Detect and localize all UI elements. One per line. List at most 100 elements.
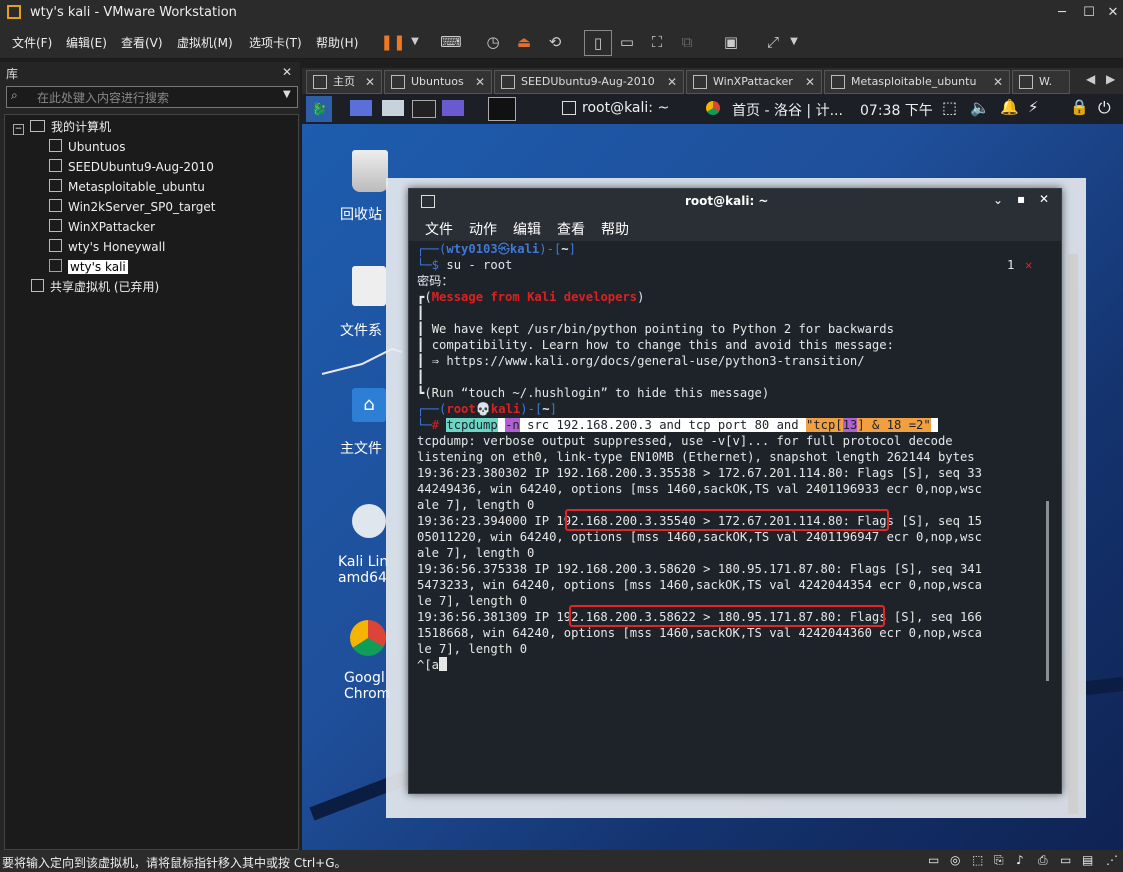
tab-close-icon[interactable]: ✕	[667, 71, 677, 93]
menu-vm[interactable]: 虚拟机(M)	[177, 34, 233, 51]
tree-vm-item-selected[interactable]: wty's kali	[49, 257, 128, 277]
terminal-window-icon	[421, 195, 435, 208]
terminal-menu-action[interactable]: 动作	[469, 219, 497, 239]
volume-icon[interactable]: 🔈	[970, 98, 990, 117]
tab-close-icon[interactable]: ✕	[993, 71, 1003, 93]
tree-vm-item[interactable]: WinXPattacker	[49, 217, 155, 237]
sound-icon[interactable]: ♪	[1016, 853, 1024, 867]
console-view-icon[interactable]: ▭	[614, 30, 640, 54]
prompt-dir: ~	[561, 242, 569, 256]
terminal-menu-bar: 文件 动作 编辑 查看 帮助	[409, 215, 1061, 241]
terminal-launch-icon[interactable]	[412, 100, 436, 118]
exit-status-badge: 1	[1007, 258, 1015, 272]
clock[interactable]: 07:38 下午	[860, 100, 933, 120]
menu-tabs[interactable]: 选项卡(T)	[249, 34, 302, 51]
resize-grip-icon[interactable]: ⋰	[1106, 853, 1118, 867]
terminal-icon[interactable]: ▣	[718, 30, 744, 54]
terminal-menu-file[interactable]: 文件	[425, 219, 453, 239]
tree-vm-item[interactable]: wty's Honeywall	[49, 237, 165, 257]
vm-screen[interactable]: 🐉 root@kali: ~ 首页 - 洛谷 | 计... 07:38 下午 ⬚…	[302, 94, 1123, 850]
cdrom-icon[interactable]: ◎	[950, 853, 960, 867]
filesystem-icon[interactable]	[352, 266, 386, 306]
workspace-terminal-icon[interactable]	[488, 97, 516, 121]
menu-edit[interactable]: 编辑(E)	[66, 34, 107, 51]
terminal-maximize-button[interactable]: ▪	[1017, 192, 1025, 206]
tree-vm-item[interactable]: SEEDUbuntu9-Aug-2010	[49, 157, 214, 177]
fullscreen-icon[interactable]: ⛶	[644, 30, 670, 54]
tab-metasploitable[interactable]: Metasploitable_ubuntu ✕	[824, 70, 1010, 94]
menu-view[interactable]: 查看(V)	[121, 34, 163, 51]
tab-close-icon[interactable]: ✕	[805, 71, 815, 93]
library-panel: 库 ✕ ⌕ 在此处键入内容进行搜索 ▼ − 我的计算机 Ubuntuos SEED…	[0, 62, 300, 850]
message-bar: ┃	[417, 370, 425, 384]
collapse-icon[interactable]: −	[13, 124, 24, 135]
message-line: ┃ compatibility. Learn how to change thi…	[417, 338, 894, 352]
terminal-menu-edit[interactable]: 编辑	[513, 219, 541, 239]
search-dropdown-icon[interactable]: ▼	[283, 89, 291, 100]
tab-scroll-left-icon[interactable]: ◀	[1086, 72, 1095, 86]
snapshot-icon[interactable]: ◷	[480, 30, 506, 54]
tab-seedubuntu[interactable]: SEEDUbuntu9-Aug-2010 ✕	[494, 70, 684, 94]
power-manager-icon[interactable]: ⚡	[1028, 98, 1039, 116]
revert-snapshot-icon[interactable]: ⏏	[511, 30, 537, 54]
library-close-icon[interactable]: ✕	[282, 65, 292, 79]
send-keys-icon[interactable]: ⌨	[438, 30, 464, 54]
terminal-scrollbar[interactable]	[1043, 241, 1053, 786]
sidebar-toggle-icon[interactable]: ▯	[584, 30, 612, 56]
unity-icon[interactable]: ⧉	[674, 30, 700, 54]
printer-icon[interactable]: ⎙	[1038, 853, 1048, 868]
terminal-output[interactable]: ┌──(wty0103㉿kali)-[~] └─$ su - root 1 ✕ …	[413, 241, 1043, 786]
tab-home[interactable]: 主页 ✕	[306, 70, 382, 94]
background-browser-scrollbar[interactable]	[1068, 254, 1078, 814]
logout-icon[interactable]: ⏻	[1098, 98, 1111, 118]
screenshot-tool-icon[interactable]	[442, 100, 464, 116]
tab-label: 主页	[333, 75, 355, 88]
tree-root[interactable]: − 我的计算机	[13, 117, 111, 137]
terminal-scrollbar-thumb[interactable]	[1046, 501, 1049, 681]
notification-icon[interactable]: 🔔	[1000, 98, 1019, 116]
browser-task-label[interactable]: 首页 - 洛谷 | 计...	[732, 100, 843, 120]
tab-scroll-right-icon[interactable]: ▶	[1106, 72, 1115, 86]
usb-icon[interactable]: ⎘	[994, 853, 1004, 868]
message-log-icon[interactable]: ▤	[1082, 853, 1093, 867]
terminal-title-bar[interactable]: root@kali: ~ ⌄ ▪ ✕	[409, 189, 1061, 215]
display-icon[interactable]: ▭	[1060, 853, 1071, 867]
terminal-task-label[interactable]: root@kali: ~	[582, 100, 669, 116]
terminal-close-button[interactable]: ✕	[1039, 192, 1049, 206]
tab-winxpattacker[interactable]: WinXPattacker ✕	[686, 70, 822, 94]
stretch-dropdown-icon[interactable]: ▼	[781, 30, 807, 54]
tree-vm-item[interactable]: Ubuntuos	[49, 137, 126, 157]
terminal-menu-help[interactable]: 帮助	[601, 219, 629, 239]
menu-file[interactable]: 文件(F)	[12, 34, 52, 51]
terminal-minimize-button[interactable]: ⌄	[993, 193, 1003, 207]
hdd-icon[interactable]: ▭	[928, 853, 939, 867]
tree-vm-item[interactable]: Metasploitable_ubuntu	[49, 177, 205, 197]
menu-help[interactable]: 帮助(H)	[316, 34, 358, 51]
workspace-icon[interactable]	[350, 100, 372, 116]
tab-close-icon[interactable]: ✕	[365, 71, 375, 93]
tab-close-icon[interactable]: ✕	[475, 71, 485, 93]
close-button[interactable]: ✕	[1096, 0, 1123, 26]
output-line: 5473233, win 64240, options [mss 1460,sa…	[417, 578, 982, 592]
tree-vm-item[interactable]: Win2kServer_SP0_target	[49, 197, 215, 217]
terminal-window[interactable]: root@kali: ~ ⌄ ▪ ✕ 文件 动作 编辑 查看 帮助 ┌──(wt…	[408, 188, 1062, 794]
terminal-menu-view[interactable]: 查看	[557, 219, 585, 239]
dropdown-icon[interactable]: ▼	[402, 30, 428, 54]
kali-top-panel: 🐉 root@kali: ~ 首页 - 洛谷 | 计... 07:38 下午 ⬚…	[302, 94, 1123, 124]
tab-w[interactable]: W.	[1012, 70, 1070, 94]
library-search-input[interactable]: ⌕ 在此处键入内容进行搜索 ▼	[6, 86, 298, 108]
file-manager-icon[interactable]	[382, 100, 404, 116]
trash-icon[interactable]	[352, 150, 388, 192]
network-icon[interactable]: ⬚	[942, 98, 957, 117]
lock-icon[interactable]: 🔒	[1070, 98, 1089, 116]
snapshot-manager-icon[interactable]: ⟲	[542, 30, 568, 54]
tab-label: WinXPattacker	[713, 75, 793, 88]
network-adapter-icon[interactable]: ⬚	[972, 853, 983, 867]
kali-disc-icon[interactable]	[352, 504, 386, 538]
kali-menu-icon[interactable]: 🐉	[306, 96, 332, 122]
home-folder-icon[interactable]: ⌂	[352, 388, 386, 422]
message-run-text: (Run “touch ~/.hushlogin” to hide this m…	[424, 386, 770, 400]
chrome-desktop-icon[interactable]	[350, 620, 386, 656]
tree-shared[interactable]: 共享虚拟机 (已弃用)	[31, 277, 159, 297]
tab-ubuntuos[interactable]: Ubuntuos ✕	[384, 70, 492, 94]
